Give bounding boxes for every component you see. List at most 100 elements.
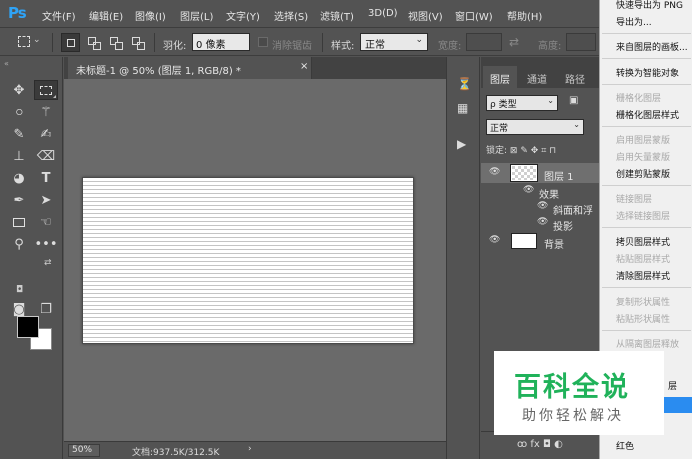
move-tool[interactable]: ✥ <box>7 80 31 100</box>
layer-thumbnail <box>510 164 538 182</box>
canvas-area[interactable] <box>64 79 446 441</box>
menu-item-rasterize-layer[interactable]: 栅格化图层 <box>616 91 661 104</box>
lock-artboard-icon[interactable]: ⌗ <box>541 146 546 156</box>
more-tools[interactable]: ••• <box>34 234 58 254</box>
zoom-level-field[interactable]: 50% <box>68 444 100 457</box>
square-icon <box>67 39 75 47</box>
menu-item-red[interactable]: 红色 <box>616 439 634 452</box>
dodge-tool[interactable]: ◕ <box>7 168 31 188</box>
menu-filter[interactable]: 滤镜(T) <box>320 8 354 23</box>
path-selection-tool[interactable]: ➤ <box>34 190 58 210</box>
tab-channels[interactable]: 通道 <box>519 66 555 88</box>
type-icon: T <box>41 170 51 186</box>
menu-item-export-as[interactable]: 导出为... <box>616 15 652 28</box>
eyedropper-tool[interactable]: ✎ <box>7 124 31 144</box>
menu-item-quick-export-png[interactable]: 快速导出为 PNG <box>616 0 683 11</box>
menu-item-rasterize-layer-style[interactable]: 栅格化图层样式 <box>616 108 679 121</box>
ellipsis-icon: ••• <box>34 236 58 252</box>
magic-wand-tool[interactable]: ⚚ <box>34 102 58 122</box>
menu-help[interactable]: 帮助(H) <box>507 8 542 23</box>
menu-item-select-linked-layers[interactable]: 选择链接图层 <box>616 209 670 222</box>
layer-kind-filter[interactable]: ρ 类型 ⌄ <box>486 95 558 111</box>
swap-colors-icon[interactable]: ⇄ <box>44 258 52 268</box>
layer-row-layer1[interactable]: 👁 图层 1 <box>481 163 599 183</box>
intersect-selection-button[interactable] <box>128 33 147 52</box>
properties-icon[interactable]: ▦ <box>457 101 468 115</box>
collapse-icon[interactable]: « <box>4 59 9 68</box>
image-filter-icon[interactable]: ▣ <box>569 95 578 106</box>
width-input[interactable] <box>466 33 502 51</box>
menu-3d[interactable]: 3D(D) <box>368 8 398 19</box>
menu-select[interactable]: 选择(S) <box>274 8 308 23</box>
menu-edit[interactable]: 编辑(E) <box>89 8 123 23</box>
menu-item-paste-shape-attributes[interactable]: 粘贴形状属性 <box>616 312 670 325</box>
tab-paths[interactable]: 路径 <box>557 66 593 88</box>
hand-tool[interactable]: ☜ <box>34 212 58 232</box>
document-tab[interactable]: 未标题-1 @ 50% (图层 1, RGB/8) * × <box>68 57 312 79</box>
menu-item-copy-layer-style[interactable]: 拷贝图层样式 <box>616 235 670 248</box>
blend-mode-select[interactable]: 正常 ⌄ <box>486 119 584 135</box>
layer-actions-icons[interactable]: ꝏ fx ◘ ◐ <box>517 439 563 450</box>
height-input[interactable] <box>566 33 596 51</box>
menu-item-paste-layer-style[interactable]: 粘贴图层样式 <box>616 252 670 265</box>
panel-header <box>481 57 599 66</box>
chevron-right-icon[interactable]: › <box>248 444 252 454</box>
menu-item-enable-layer-mask[interactable]: 启用图层蒙版 <box>616 133 670 146</box>
document-canvas[interactable] <box>82 177 414 344</box>
subtract-from-selection-button[interactable] <box>106 33 125 52</box>
eye-icon[interactable]: 👁 <box>537 201 548 211</box>
menu-file[interactable]: 文件(F) <box>42 8 76 23</box>
divider <box>602 84 691 85</box>
menu-item-enable-vector-mask[interactable]: 启用矢量蒙版 <box>616 150 670 163</box>
lock-pixels-icon[interactable]: ✎ <box>520 146 528 156</box>
brush-tool[interactable]: ✍ <box>34 124 58 144</box>
close-icon[interactable]: × <box>300 61 308 72</box>
status-bar: 50% 文档:937.5K/312.5K › <box>64 441 446 459</box>
menu-item-partial-layer[interactable]: 层 <box>668 379 677 392</box>
panel-dock-strip: ⏳ ▦ ▶ <box>446 57 480 459</box>
photoshop-logo: Ps <box>8 4 27 22</box>
menu-item-create-clipping-mask[interactable]: 创建剪贴蒙版 <box>616 167 670 180</box>
new-selection-button[interactable] <box>61 33 80 52</box>
menu-image[interactable]: 图像(I) <box>135 8 166 23</box>
menu-item-release-from-isolation[interactable]: 从隔离图层释放 <box>616 337 679 350</box>
eye-icon[interactable]: 👁 <box>537 217 548 227</box>
add-to-selection-button[interactable] <box>84 33 103 52</box>
default-colors-icon[interactable]: ◘ <box>16 285 23 295</box>
layer-effect-shadow-row[interactable]: 👁 投影 <box>481 213 599 233</box>
tab-layers[interactable]: 图层 <box>483 66 517 88</box>
menu-item-convert-smart-object[interactable]: 转换为智能对象 <box>616 66 679 79</box>
antialias-checkbox[interactable] <box>258 37 268 47</box>
style-select[interactable]: 正常 ⌄ <box>360 33 428 51</box>
swap-icon[interactable]: ⇄ <box>509 35 519 49</box>
tool-preset-picker[interactable]: ⌄ <box>18 35 42 50</box>
menu-view[interactable]: 视图(V) <box>408 8 443 23</box>
lock-position-icon[interactable]: ✥ <box>531 146 539 156</box>
pen-tool[interactable]: ✒ <box>7 190 31 210</box>
layer-row-background[interactable]: 👁 背景 <box>481 231 599 251</box>
foreground-color-swatch[interactable] <box>17 316 39 338</box>
menu-item-copy-shape-attributes[interactable]: 复制形状属性 <box>616 295 670 308</box>
divider <box>602 185 691 186</box>
lock-transparent-icon[interactable]: ⊠ <box>510 146 518 156</box>
eye-icon[interactable]: 👁 <box>489 167 500 177</box>
eye-icon[interactable]: 👁 <box>489 235 500 245</box>
feather-input[interactable]: 0 像素 <box>192 33 250 51</box>
rectangular-marquee-tool[interactable] <box>34 80 58 100</box>
lasso-tool[interactable]: ဝ <box>7 102 31 122</box>
menu-window[interactable]: 窗口(W) <box>455 8 493 23</box>
eye-icon[interactable]: 👁 <box>523 185 534 195</box>
play-icon[interactable]: ▶ <box>457 137 466 151</box>
zoom-tool[interactable]: ⚲ <box>7 234 31 254</box>
history-icon[interactable]: ⏳ <box>457 77 472 91</box>
type-tool[interactable]: T <box>34 168 58 188</box>
rectangle-tool[interactable] <box>7 212 31 232</box>
clone-stamp-tool[interactable]: ⊥ <box>7 146 31 166</box>
menu-item-link-layers[interactable]: 链接图层 <box>616 192 652 205</box>
menu-type[interactable]: 文字(Y) <box>226 8 260 23</box>
menu-item-artboard-from-layers[interactable]: 来自图层的画板... <box>616 40 688 53</box>
menu-item-clear-layer-style[interactable]: 清除图层样式 <box>616 269 670 282</box>
eraser-tool[interactable]: ⌫ <box>34 146 58 166</box>
menu-layer[interactable]: 图层(L) <box>180 8 213 23</box>
lock-all-icon[interactable]: ⊓ <box>549 146 556 156</box>
